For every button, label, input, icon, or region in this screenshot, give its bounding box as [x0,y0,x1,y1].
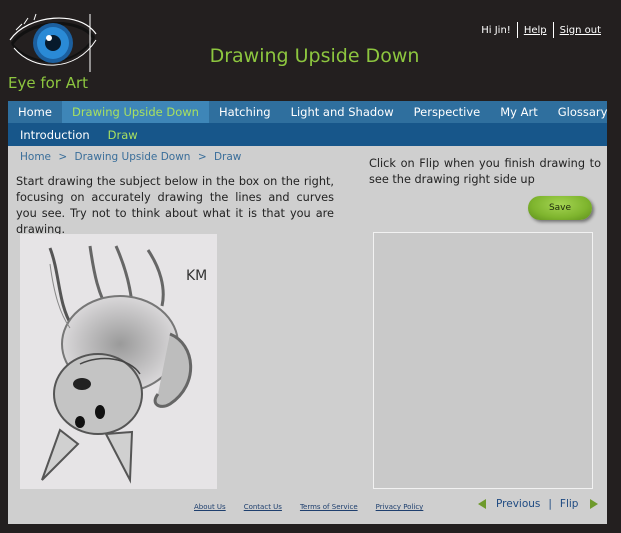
footer-link-terms-of-service[interactable]: Terms of Service [300,503,358,511]
logo-text: Eye for Art [8,74,89,92]
divider [516,22,518,38]
nav-item-drawing-upside-down[interactable]: Drawing Upside Down [61,101,209,123]
instructions-text: Start drawing the subject below in the b… [16,175,334,236]
breadcrumb-drawing-upside-down[interactable]: Drawing Upside Down [75,151,191,163]
divider [552,22,554,38]
drawing-canvas[interactable] [373,232,593,489]
breadcrumb-separator: > [58,151,68,163]
page-title: Drawing Upside Down [209,45,420,67]
flip-arrow-icon[interactable] [590,499,599,509]
nav-item-hatching[interactable]: Hatching [209,101,281,123]
user-links: Hi Jin! Help Sign out [481,22,601,38]
sketch-signature: KM [186,268,207,284]
footer-link-about-us[interactable]: About Us [194,503,226,511]
footer-link-contact-us[interactable]: Contact Us [244,503,282,511]
subnav-item-introduction[interactable]: Introduction [8,128,96,142]
nav-item-home[interactable]: Home [8,101,62,123]
breadcrumb: Home > Drawing Upside Down > Draw [20,151,241,163]
user-greeting: Hi Jin! [481,24,511,36]
nav-item-my-art[interactable]: My Art [490,101,548,123]
previous-button[interactable]: Previous [496,498,540,510]
nav-item-light-and-shadow[interactable]: Light and Shadow [281,101,404,123]
subject-image: KM [20,234,217,489]
footer-links: About Us Contact Us Terms of Service Pri… [194,503,441,511]
footer-link-privacy-policy[interactable]: Privacy Policy [376,503,424,511]
subnav-item-draw[interactable]: Draw [96,128,144,142]
breadcrumb-separator: > [197,151,207,163]
save-button[interactable]: Save [528,196,592,220]
main-nav: Home Drawing Upside Down Hatching Light … [8,101,607,123]
signout-link[interactable]: Sign out [560,25,601,36]
nav-item-glossary[interactable]: Glossary [548,101,618,123]
pager-separator: | [548,498,552,510]
help-link[interactable]: Help [524,25,547,36]
breadcrumb-home[interactable]: Home [20,151,51,163]
sub-nav: Introduction Draw [8,123,607,146]
upside-down-dog-sketch-icon: KM [41,245,207,484]
previous-arrow-icon[interactable] [478,499,486,509]
pager: Previous | Flip [478,498,599,510]
flip-button[interactable]: Flip [560,498,579,510]
flip-instructions: Click on Flip when you finish drawing to… [369,157,601,186]
nav-item-perspective[interactable]: Perspective [404,101,491,123]
breadcrumb-draw[interactable]: Draw [214,151,241,163]
content-panel: Home > Drawing Upside Down > Draw Start … [8,146,607,524]
